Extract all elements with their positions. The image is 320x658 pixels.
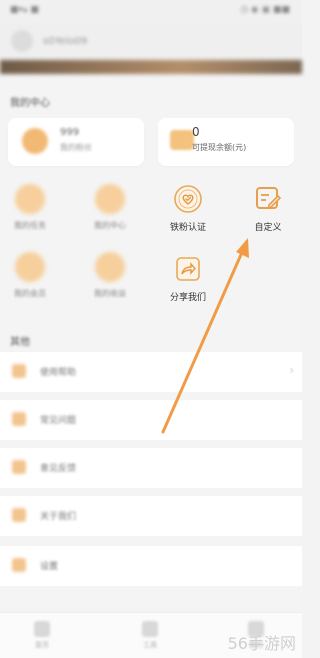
header-banner — [0, 60, 302, 74]
grid-item-share[interactable]: 分享我们 — [158, 254, 218, 303]
edit-note-icon — [253, 184, 283, 214]
about-icon — [12, 508, 26, 522]
grid-label: 分享我们 — [169, 293, 206, 303]
grid-item-tasks[interactable]: 我的任务 — [0, 184, 60, 231]
nav-home[interactable]: 首页 — [22, 621, 62, 650]
list-item-help[interactable]: 使用帮助 › — [0, 352, 302, 392]
balance-label: 可提现余额(元) — [192, 143, 247, 152]
crown-icon — [15, 252, 45, 282]
question-icon — [12, 412, 26, 426]
list-label: 关于我们 — [40, 512, 77, 522]
username: s0Yelo09 — [43, 36, 88, 47]
arrow-head — [236, 238, 249, 258]
list-item-about[interactable]: 关于我们 — [0, 496, 302, 536]
fans-label: 我的粉丝 — [60, 143, 92, 152]
section-title-other: 其他 — [10, 337, 30, 348]
balance-card[interactable]: 0 可提现余额(元) — [158, 118, 294, 166]
fans-card[interactable]: 999 我的粉丝 — [8, 118, 144, 166]
nav-tools[interactable]: 工具 — [130, 621, 170, 650]
status-right: ◷ ◉ ▣ ■■ — [240, 5, 290, 15]
heart-circle-icon — [22, 128, 48, 154]
grid-label: 我的任务 — [14, 221, 46, 230]
help-icon — [12, 364, 26, 378]
heart-badge-icon — [173, 184, 203, 214]
grid-item-vip[interactable]: 我的会员 — [0, 252, 60, 299]
grid-label: 我的收益 — [94, 289, 126, 298]
share-icon — [173, 254, 203, 284]
feedback-icon — [12, 460, 26, 474]
grid-label: 自定义 — [254, 223, 282, 233]
nav-label: 首页 — [35, 641, 49, 649]
task-icon — [15, 184, 45, 214]
chevron-right-icon: › — [289, 363, 294, 377]
app-screen: ■▾▴ ■ ◷ ◉ ▣ ■■ s0Yelo09 我的中心 999 我的粉丝 0 … — [0, 0, 302, 658]
nav-label: 工具 — [143, 641, 157, 649]
user-header[interactable]: s0Yelo09 — [0, 22, 302, 64]
status-bar: ■▾▴ ■ ◷ ◉ ▣ ■■ — [0, 0, 302, 22]
list-item-feedback[interactable]: 意见反馈 — [0, 448, 302, 488]
list-label: 设置 — [40, 562, 59, 572]
list-label: 常见问题 — [40, 416, 77, 426]
list-label: 使用帮助 — [40, 368, 77, 378]
status-left: ■▾▴ ■ — [10, 5, 39, 15]
grid-label: 我的中心 — [94, 221, 126, 230]
grid-label: 我的会员 — [14, 289, 46, 298]
grid-label: 铁粉认证 — [169, 223, 206, 233]
wallet-icon — [170, 130, 194, 150]
center-icon — [95, 184, 125, 214]
list-item-faq[interactable]: 常见问题 — [0, 400, 302, 440]
list-item-settings[interactable]: 设置 — [0, 546, 302, 586]
balance-value: 0 — [192, 125, 200, 139]
watermark: 56手游网 — [227, 634, 296, 653]
settings-icon — [12, 558, 26, 572]
home-icon — [34, 621, 50, 637]
section-title-my: 我的中心 — [10, 98, 50, 109]
grid-item-iron-fan-verify[interactable]: 铁粉认证 — [158, 184, 218, 233]
list-label: 意见反馈 — [40, 464, 77, 474]
coin-icon — [95, 252, 125, 282]
avatar[interactable] — [11, 30, 33, 52]
tools-icon — [142, 621, 158, 637]
grid-item-earnings[interactable]: 我的收益 — [80, 252, 140, 299]
grid-item-center[interactable]: 我的中心 — [80, 184, 140, 231]
grid-item-custom[interactable]: 自定义 — [238, 184, 298, 233]
fans-count: 999 — [60, 127, 80, 138]
